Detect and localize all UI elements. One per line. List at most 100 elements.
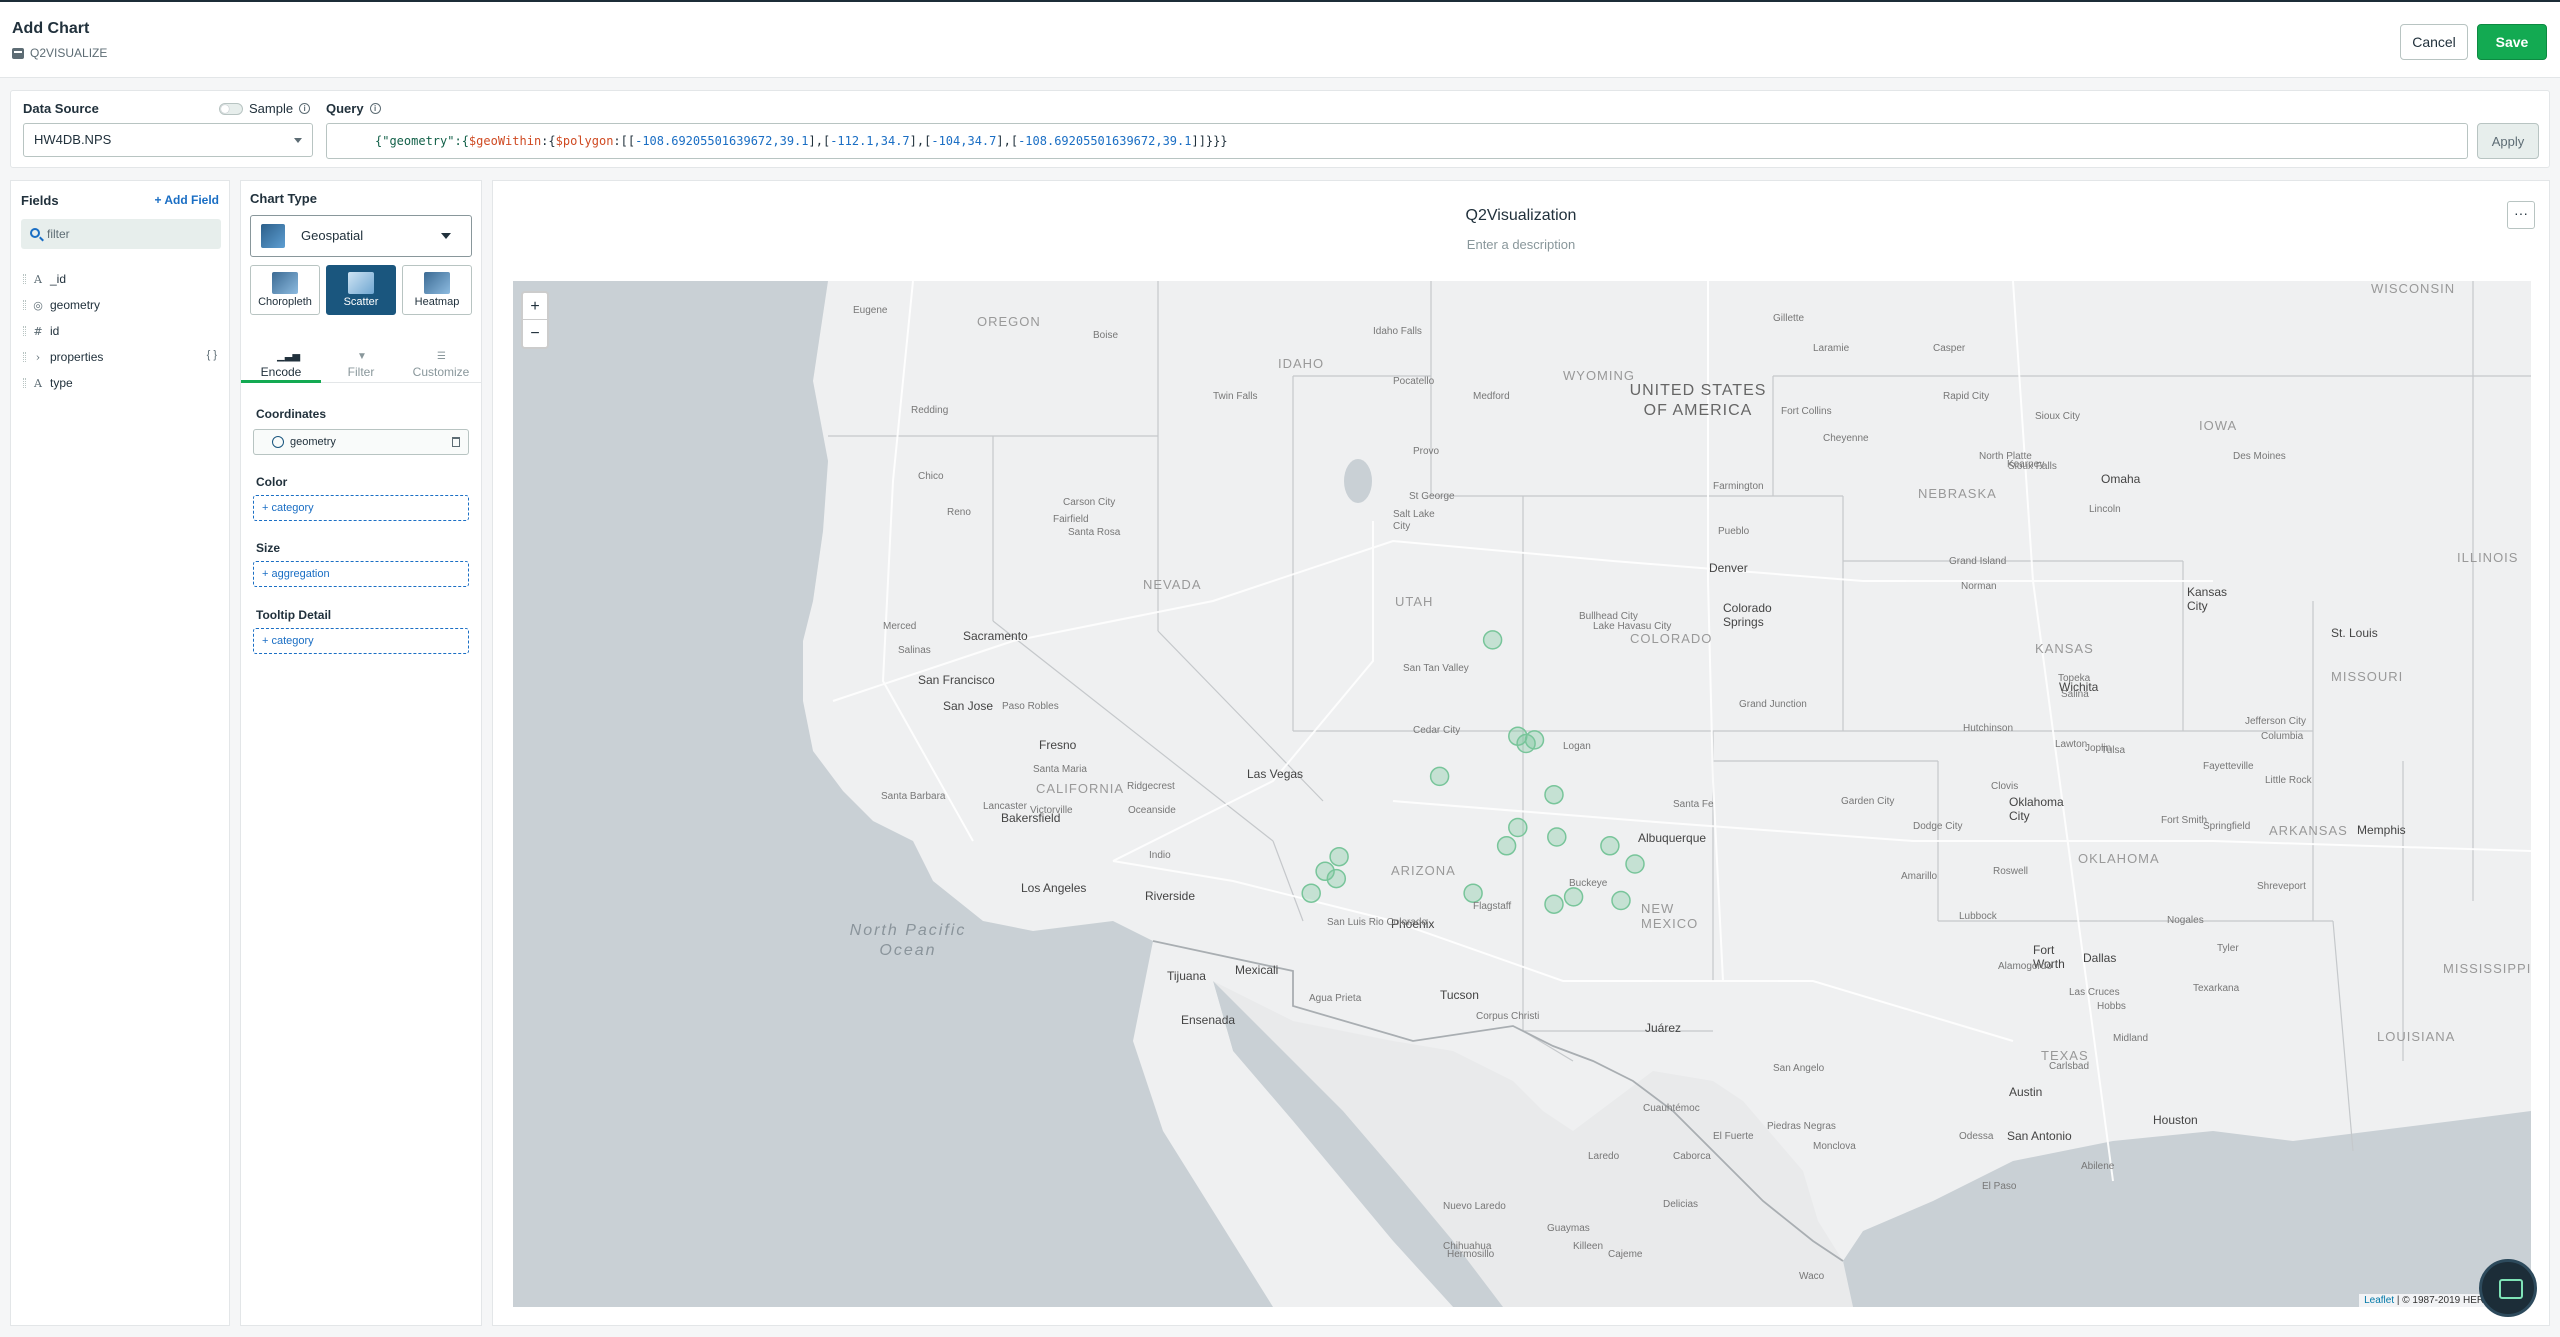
scatter-point[interactable] (1508, 817, 1528, 838)
scatter-point[interactable] (1301, 883, 1321, 903)
scatter-point[interactable] (1600, 836, 1620, 856)
trash-icon[interactable] (452, 437, 460, 447)
search-icon (30, 228, 40, 238)
state-label: KANSAS (2035, 641, 2094, 656)
city-label: Columbia (2261, 731, 2304, 742)
data-source-bar: Data Source Sample i HW4DB.NPS Query i {… (10, 90, 2550, 168)
builder-tabs: ▁▃▅ Encode ▼ Filter ☰ Customize (241, 343, 481, 383)
leaflet-link[interactable]: Leaflet (2364, 1295, 2394, 1306)
save-button[interactable]: Save (2477, 24, 2547, 60)
drag-handle-icon[interactable] (23, 378, 26, 388)
scatter-point[interactable] (1547, 827, 1567, 847)
drag-handle-icon[interactable] (23, 274, 26, 284)
chart-description[interactable]: Enter a description (493, 237, 2549, 252)
chat-support-button[interactable] (2479, 1259, 2537, 1317)
city-label: Caborca (1673, 1151, 1711, 1162)
query-token: $geoWithin (468, 134, 542, 148)
subtype-scatter[interactable]: Scatter (326, 265, 396, 315)
field-item[interactable]: # id (23, 321, 59, 341)
city-label: San Luis Rio Colorado (1327, 917, 1428, 928)
city-label: Little Rock (2265, 775, 2312, 786)
cancel-button[interactable]: Cancel (2400, 24, 2468, 60)
tab-filter[interactable]: ▼ Filter (321, 343, 401, 383)
scatter-point[interactable] (1429, 766, 1450, 787)
apply-button[interactable]: Apply (2477, 123, 2539, 159)
map-view[interactable]: UNITED STATES OF AMERICA North Pacific O… (513, 281, 2531, 1307)
tab-encode[interactable]: ▁▃▅ Encode (241, 343, 321, 383)
field-item[interactable]: A _id (23, 269, 66, 289)
size-drop-zone[interactable]: + aggregation (253, 561, 469, 587)
data-source-label: Data Source (23, 101, 99, 116)
color-drop-zone[interactable]: + category (253, 495, 469, 521)
city-label: Sioux City (2035, 411, 2081, 422)
scatter-point[interactable] (1524, 730, 1545, 750)
fields-panel: Fields + Add Field filter A _id ◎ geometry #… (10, 180, 230, 1326)
tab-label: Customize (412, 365, 470, 379)
state-label: COLORADO (1630, 631, 1713, 646)
scatter-point[interactable] (1625, 854, 1645, 874)
drag-handle-icon[interactable] (23, 326, 26, 336)
page-header: Add Chart Q2VISUALIZE Cancel Save (0, 2, 2560, 78)
zoom-out-button[interactable]: − (523, 320, 547, 347)
city-label: North Platte (1979, 451, 2032, 462)
add-field-button[interactable]: + Add Field (154, 193, 219, 207)
field-item[interactable]: Atype (23, 373, 73, 393)
coordinates-field-pill[interactable]: geometry (253, 429, 469, 455)
scatter-point[interactable] (1563, 887, 1584, 907)
scatter-point[interactable] (1463, 883, 1483, 903)
city-label: Jefferson City (2245, 716, 2306, 727)
city-label: Abilene (2081, 1161, 2115, 1172)
city-label: El Fuerte (1713, 1131, 1754, 1142)
state-label: IDAHO (1278, 356, 1325, 371)
subtype-heatmap[interactable]: Heatmap (402, 265, 472, 315)
info-icon[interactable]: i (299, 103, 311, 114)
city-label: Cajeme (1608, 1249, 1643, 1260)
tab-customize[interactable]: ☰ Customize (401, 343, 481, 383)
tooltip-drop-zone[interactable]: + category (253, 628, 469, 654)
scatter-point[interactable] (1482, 630, 1503, 650)
city-label: Lancaster (983, 801, 1027, 812)
query-token: :[[ (613, 134, 636, 148)
field-filter-input[interactable]: filter (21, 219, 221, 249)
query-input[interactable]: {"geometry":{$geoWithin:{$polygon:[[-108… (326, 123, 2468, 159)
sample-toggle[interactable] (219, 102, 243, 115)
city-label: Nogales (2167, 915, 2204, 926)
scatter-point[interactable] (1544, 894, 1564, 914)
city-label: Garden City (1841, 796, 1895, 807)
scatter-point[interactable] (1329, 846, 1349, 867)
info-icon[interactable]: i (369, 103, 381, 114)
query-token: ],[ (909, 134, 932, 148)
chart-type-select[interactable]: Geospatial (250, 215, 472, 257)
drag-handle-icon[interactable] (23, 300, 26, 310)
subtype-label: Scatter (343, 296, 379, 308)
tab-label: Encode (260, 365, 302, 379)
city-label: Cheyenne (1823, 433, 1869, 444)
city-label: Oklahoma City (2009, 795, 2064, 823)
scatter-point[interactable] (1611, 890, 1631, 911)
query-token: -112.1,34.7 (830, 134, 910, 148)
city-label: Buckeye (1569, 878, 1608, 889)
scatter-point[interactable] (1326, 868, 1347, 889)
field-item[interactable]: › properties (23, 347, 103, 367)
city-label: Juárez (1645, 1021, 1682, 1035)
size-label: Size (256, 541, 281, 555)
field-name: type (50, 376, 73, 390)
scatter-point[interactable] (1544, 784, 1564, 805)
query-token: ],[ (996, 134, 1019, 148)
zoom-in-button[interactable]: + (523, 293, 547, 320)
drag-handle-icon[interactable] (23, 352, 26, 362)
state-label: OKLAHOMA (2078, 851, 2160, 866)
city-label: Hutchinson (1963, 723, 2014, 734)
city-label: Amarillo (1901, 871, 1938, 882)
more-options-button[interactable]: ··· (2507, 201, 2535, 229)
field-item[interactable]: ◎ geometry (23, 295, 100, 315)
city-label: Topeka (2058, 673, 2091, 684)
subtype-choropleth[interactable]: Choropleth (250, 265, 320, 315)
data-source-select[interactable]: HW4DB.NPS (23, 123, 313, 157)
city-label: Redding (911, 405, 949, 416)
page-subtitle: Q2VISUALIZE (12, 46, 107, 60)
scatter-point[interactable] (1496, 836, 1517, 856)
city-label: Fayetteville (2203, 761, 2254, 772)
chart-title[interactable]: Q2Visualization (493, 207, 2549, 225)
state-label: WYOMING (1563, 368, 1635, 383)
